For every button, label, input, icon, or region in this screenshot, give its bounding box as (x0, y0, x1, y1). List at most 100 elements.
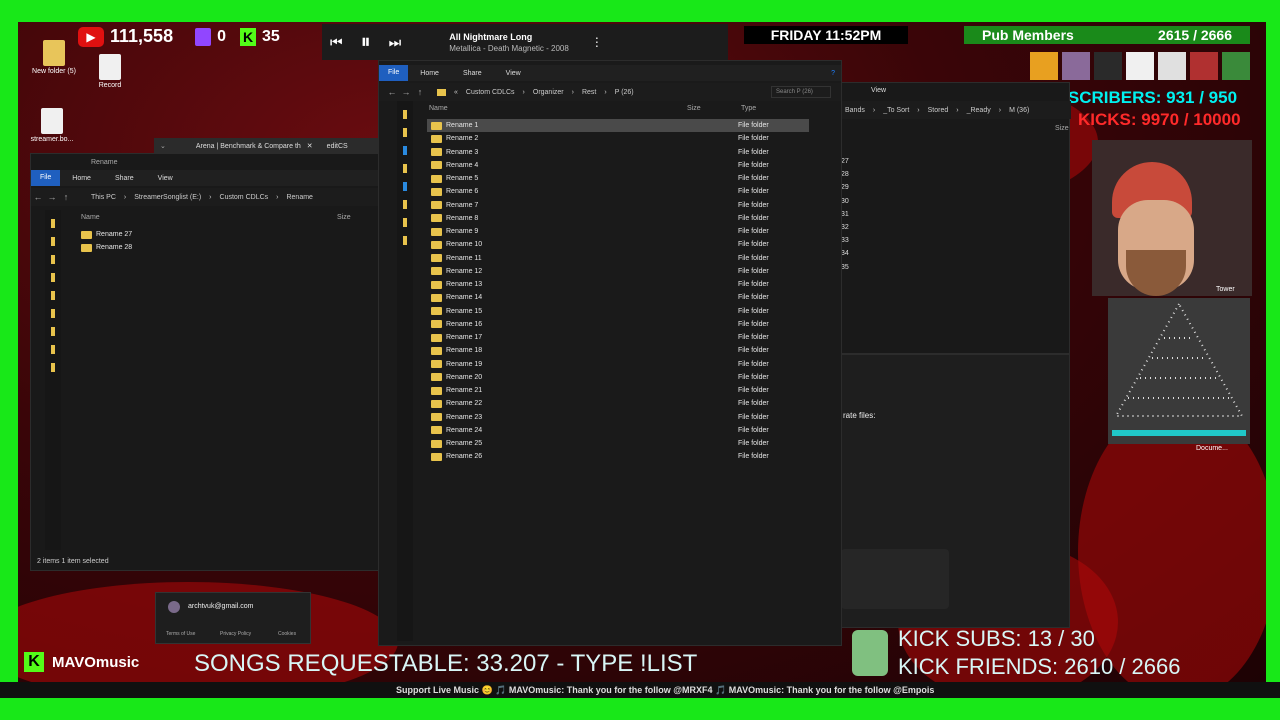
ribbon-tab-home[interactable]: Home (60, 175, 103, 182)
column-name[interactable]: Name (81, 214, 337, 221)
ribbon-tab-share[interactable]: Share (451, 70, 494, 77)
list-item[interactable]: Rename 11 File folder (427, 252, 809, 265)
list-item[interactable]: Rename 5 File folder (427, 172, 809, 185)
back-icon[interactable]: ← (385, 87, 399, 97)
breadcrumb-organizer[interactable]: Organizer (529, 89, 568, 96)
list-item[interactable]: Rename 27 (77, 228, 277, 241)
privacy-link[interactable]: Privacy Policy (220, 631, 251, 637)
list-item[interactable]: Rename 23 File folder (427, 411, 809, 424)
kicks-goal: KICKS: 9970 / 10000 (1078, 110, 1241, 129)
list-item[interactable]: 28 (841, 168, 849, 181)
up-icon[interactable]: ↑ (59, 192, 73, 202)
list-item[interactable]: 29 (841, 181, 849, 194)
column-size[interactable]: Size (687, 105, 741, 112)
list-item[interactable]: Rename 8 File folder (427, 212, 809, 225)
list-item[interactable]: Rename 10 File folder (427, 238, 809, 251)
list-item[interactable]: Rename 7 File folder (427, 199, 809, 212)
help-icon[interactable]: ? (819, 70, 841, 77)
list-item[interactable]: Rename 14 File folder (427, 291, 809, 304)
list-item[interactable]: 35 (841, 261, 849, 274)
desktop-icon-new-folder[interactable]: New folder (5) (24, 40, 84, 75)
list-item[interactable]: 34 (841, 247, 849, 260)
list-item[interactable]: Rename 20 File folder (427, 371, 809, 384)
browser-tab[interactable]: Arena | Benchmark & Compare th (196, 143, 301, 150)
previous-track-icon[interactable]: ⏮ (330, 34, 343, 51)
list-item[interactable]: Rename 1 File folder (427, 119, 809, 133)
breadcrumb-custom-cdlcs[interactable]: Custom CDLCs (462, 89, 519, 96)
breadcrumb-m36[interactable]: M (36) (1005, 107, 1033, 114)
navigation-pane[interactable] (397, 101, 413, 641)
navigation-pane[interactable] (45, 210, 61, 550)
list-item[interactable]: Rename 21 File folder (427, 384, 809, 397)
list-item[interactable]: Rename 28 (77, 241, 277, 254)
dialog-window: rate files: (830, 354, 1070, 628)
breadcrumb-drive[interactable]: StreamerSonglist (E:) (130, 194, 205, 201)
ribbon-tab-share[interactable]: Share (103, 175, 146, 182)
ribbon-tab-file[interactable]: File (31, 170, 61, 186)
column-type[interactable]: Type (741, 105, 756, 112)
breadcrumb-custom-cdlcs[interactable]: Custom CDLCs (216, 194, 273, 201)
list-item[interactable]: Rename 2 File folder (427, 132, 809, 145)
folder-name: Rename 16 (446, 320, 483, 328)
ribbon-tab-view[interactable]: View (871, 87, 886, 94)
forward-icon[interactable]: → (45, 192, 59, 202)
search-input[interactable]: Search P (26) (771, 86, 831, 98)
desktop-icon-streamer-bot[interactable]: streamer.bo... (22, 108, 82, 143)
column-size[interactable]: Size (337, 214, 351, 221)
address-bar[interactable]: ← → ↑ This PC › StreamerSonglist (E:) › … (31, 188, 379, 206)
ribbon-tab-home[interactable]: Home (408, 70, 451, 77)
desktop-icon-record[interactable]: Record (80, 54, 140, 89)
list-item[interactable]: Rename 17 File folder (427, 331, 809, 344)
folder-icon (431, 399, 442, 408)
folder-icon (431, 373, 442, 382)
list-item[interactable]: 32 (841, 221, 849, 234)
forward-icon[interactable]: → (399, 87, 413, 97)
list-item[interactable]: Rename 4 File folder (427, 159, 809, 172)
list-item[interactable]: Rename 15 File folder (427, 305, 809, 318)
close-icon[interactable]: ✕ (307, 142, 313, 150)
list-item[interactable]: Rename 3 File folder (427, 146, 809, 159)
address-bar[interactable]: Bands › _To Sort › Stored › _Ready › M (… (831, 101, 1071, 119)
list-item[interactable]: Rename 22 File folder (427, 397, 809, 410)
back-icon[interactable]: ← (31, 192, 45, 202)
column-name[interactable]: Name (429, 105, 687, 112)
next-track-icon[interactable]: ⏭ (389, 34, 402, 51)
list-item[interactable]: Rename 6 File folder (427, 185, 809, 198)
list-item[interactable]: Rename 18 File folder (427, 344, 809, 357)
breadcrumb-p26[interactable]: P (26) (611, 89, 638, 96)
list-item[interactable]: 27 (841, 155, 849, 168)
column-size[interactable]: Size (1055, 125, 1069, 132)
list-item[interactable]: Rename 16 File folder (427, 318, 809, 331)
more-options-icon[interactable]: ⋮ (591, 35, 603, 49)
breadcrumb-rename[interactable]: Rename (282, 194, 316, 201)
folder-name: Rename 15 (446, 307, 483, 315)
cookies-link[interactable]: Cookies (278, 631, 296, 637)
list-item[interactable]: Rename 12 File folder (427, 265, 809, 278)
list-item[interactable]: 31 (841, 208, 849, 221)
list-item[interactable]: 33 (841, 234, 849, 247)
list-item[interactable]: Rename 26 File folder (427, 450, 809, 463)
dialog-input-area[interactable] (841, 549, 949, 609)
browser-tab[interactable]: editCS (327, 143, 348, 150)
ribbon-tab-view[interactable]: View (146, 175, 185, 182)
chevron-down-icon[interactable]: ⌄ (160, 142, 166, 150)
breadcrumb-stored[interactable]: Stored (924, 107, 953, 114)
list-item[interactable]: Rename 13 File folder (427, 278, 809, 291)
ribbon-tab-view[interactable]: View (494, 70, 533, 77)
breadcrumb-this-pc[interactable]: This PC (87, 194, 120, 201)
pause-icon[interactable]: ⏸ (361, 31, 371, 54)
up-icon[interactable]: ↑ (413, 87, 427, 97)
breadcrumb-ready[interactable]: _Ready (963, 107, 995, 114)
ribbon-tab-file[interactable]: File (379, 65, 409, 81)
list-item[interactable]: Rename 9 File folder (427, 225, 809, 238)
breadcrumb-to-sort[interactable]: _To Sort (879, 107, 913, 114)
list-item[interactable]: Rename 24 File folder (427, 424, 809, 437)
ribbon: File Home Share View (31, 170, 379, 186)
breadcrumb-bands[interactable]: Bands (841, 107, 869, 114)
breadcrumb-rest[interactable]: Rest (578, 89, 600, 96)
list-item[interactable]: 30 (841, 195, 849, 208)
terms-link[interactable]: Terms of Use (166, 631, 195, 637)
list-item[interactable]: Rename 19 File folder (427, 358, 809, 371)
list-item[interactable]: Rename 25 File folder (427, 437, 809, 450)
address-bar[interactable]: ← → ↑ « Custom CDLCs › Organizer › Rest … (379, 83, 841, 101)
